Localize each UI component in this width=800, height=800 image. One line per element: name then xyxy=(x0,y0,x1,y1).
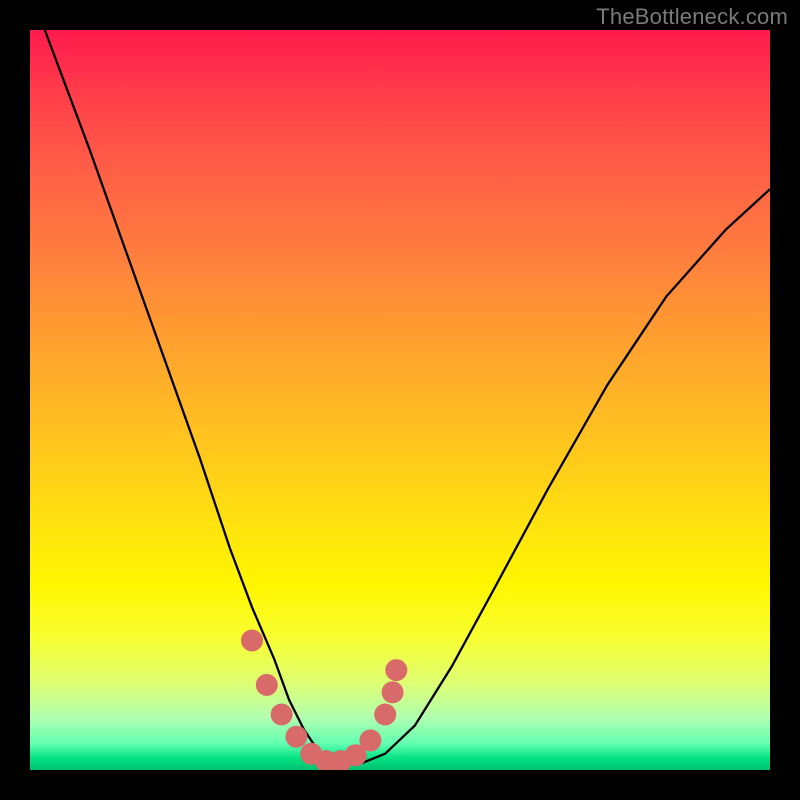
marker-dot xyxy=(385,659,407,681)
chart-frame: TheBottleneck.com xyxy=(0,0,800,800)
chart-svg xyxy=(30,30,770,770)
bottleneck-curve xyxy=(45,30,770,763)
marker-dot xyxy=(382,681,404,703)
marker-dot xyxy=(256,674,278,696)
chart-plot-area xyxy=(30,30,770,770)
watermark-text: TheBottleneck.com xyxy=(596,4,788,30)
marker-dot xyxy=(374,704,396,726)
highlight-markers xyxy=(241,630,407,771)
marker-dot xyxy=(241,630,263,652)
marker-dot xyxy=(285,726,307,748)
marker-dot xyxy=(271,704,293,726)
marker-dot xyxy=(359,729,381,751)
